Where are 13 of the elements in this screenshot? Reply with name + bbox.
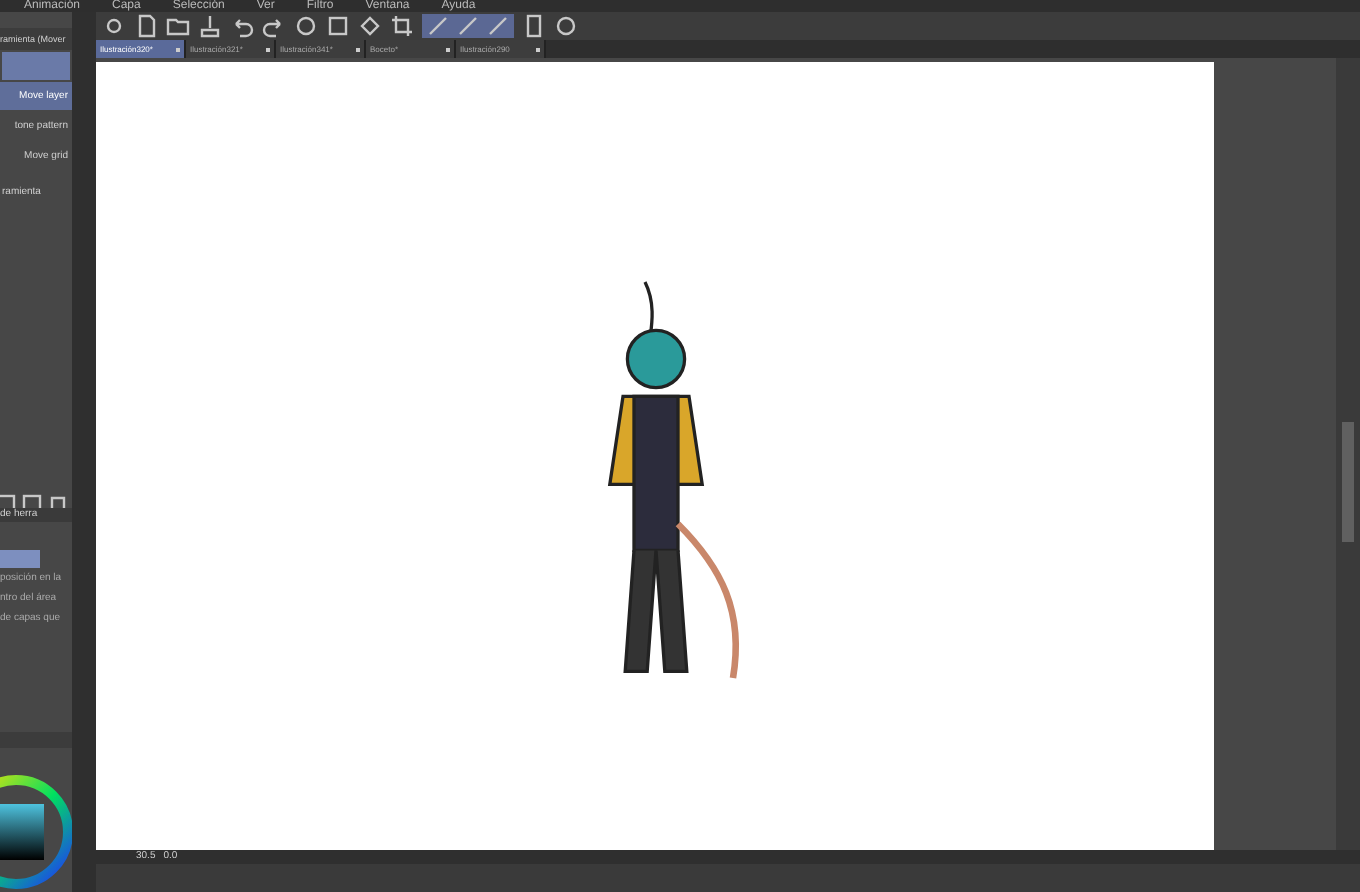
- circle-icon[interactable]: [294, 14, 318, 38]
- crop-icon[interactable]: [390, 14, 414, 38]
- redo-icon[interactable]: [262, 14, 286, 38]
- pen-icon[interactable]: [426, 14, 450, 38]
- folder-icon[interactable]: [166, 14, 190, 38]
- square-icon[interactable]: [326, 14, 350, 38]
- canvas[interactable]: [96, 62, 1214, 850]
- save-icon[interactable]: [198, 14, 222, 38]
- new-file-icon[interactable]: [134, 14, 158, 38]
- pen-icon[interactable]: [486, 14, 510, 38]
- undo-icon[interactable]: [230, 14, 254, 38]
- pen-icon[interactable]: [456, 14, 480, 38]
- tool-preview-bar: [2, 52, 70, 80]
